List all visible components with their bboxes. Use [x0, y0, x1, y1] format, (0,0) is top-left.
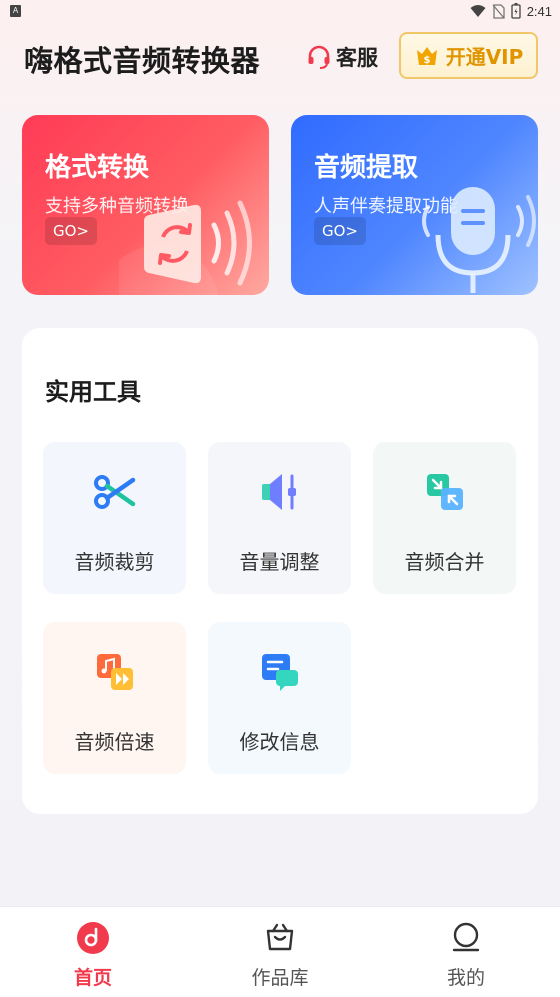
- nav-label: 作品库: [251, 967, 309, 989]
- crown-bag-icon: $: [416, 46, 437, 66]
- tool-edit-info[interactable]: 修改信息: [208, 622, 351, 774]
- nav-item-profile[interactable]: 我的: [406, 907, 526, 997]
- battery-icon: [511, 3, 521, 19]
- scissors-icon: [93, 475, 135, 509]
- merge-icon: [426, 474, 463, 510]
- tools-title: 实用工具: [45, 378, 141, 406]
- vip-label: 开通VIP: [445, 45, 524, 69]
- works-icon: [266, 923, 294, 951]
- vip-button[interactable]: $ 开通VIP: [399, 32, 538, 79]
- nav-item-works[interactable]: 作品库: [220, 907, 340, 997]
- tool-label: 音频合并: [404, 550, 485, 574]
- tools-panel: 实用工具 音频裁剪 音量调整 音频合并 音频倍速 修改信息: [22, 328, 538, 814]
- status-time: 2:41: [526, 3, 552, 19]
- headset-icon: [308, 45, 330, 69]
- tool-volume-adjust[interactable]: 音量调整: [208, 442, 351, 594]
- bottom-nav: 首页 作品库 我的: [0, 906, 560, 997]
- nav-label: 我的: [446, 967, 485, 989]
- format-convert-card[interactable]: 格式转换 支持多种音频转换 GO>: [22, 115, 269, 295]
- status-bar: A 2:41: [0, 0, 560, 24]
- nav-label: 首页: [73, 967, 112, 989]
- home-icon: [77, 922, 109, 954]
- customer-service-label: 客服: [336, 46, 378, 70]
- speed-icon: [96, 654, 133, 690]
- tool-audio-speed[interactable]: 音频倍速: [43, 622, 186, 774]
- edit-info-icon: [261, 654, 298, 691]
- no-sim-icon: [492, 3, 505, 19]
- microphone-icon: [422, 187, 536, 293]
- tool-audio-trim[interactable]: 音频裁剪: [43, 442, 186, 594]
- profile-icon: [452, 922, 480, 952]
- convert-sound-icon: [119, 200, 252, 295]
- tool-label: 音频倍速: [74, 730, 155, 754]
- card-title: 音频提取: [314, 153, 419, 183]
- notification-a-icon: A: [10, 5, 21, 17]
- tool-label: 音量调整: [239, 550, 320, 574]
- status-icons: 2:41: [470, 3, 552, 19]
- tool-label: 修改信息: [239, 730, 320, 754]
- app-title: 嗨格式音频转换器: [24, 44, 261, 78]
- go-badge[interactable]: GO>: [45, 217, 97, 245]
- go-badge[interactable]: GO>: [314, 217, 366, 245]
- card-title: 格式转换: [45, 153, 150, 183]
- tool-label: 音频裁剪: [74, 550, 155, 574]
- svg-text:$: $: [423, 55, 430, 66]
- wifi-icon: [470, 5, 486, 17]
- volume-adjust-icon: [261, 474, 296, 510]
- tool-audio-merge[interactable]: 音频合并: [373, 442, 516, 594]
- nav-item-home[interactable]: 首页: [33, 907, 153, 997]
- audio-extract-card[interactable]: 音频提取 人声伴奏提取功能 GO>: [291, 115, 538, 295]
- header: 嗨格式音频转换器 客服 $ 开通VIP: [0, 24, 560, 92]
- customer-service-button[interactable]: 客服: [306, 42, 378, 72]
